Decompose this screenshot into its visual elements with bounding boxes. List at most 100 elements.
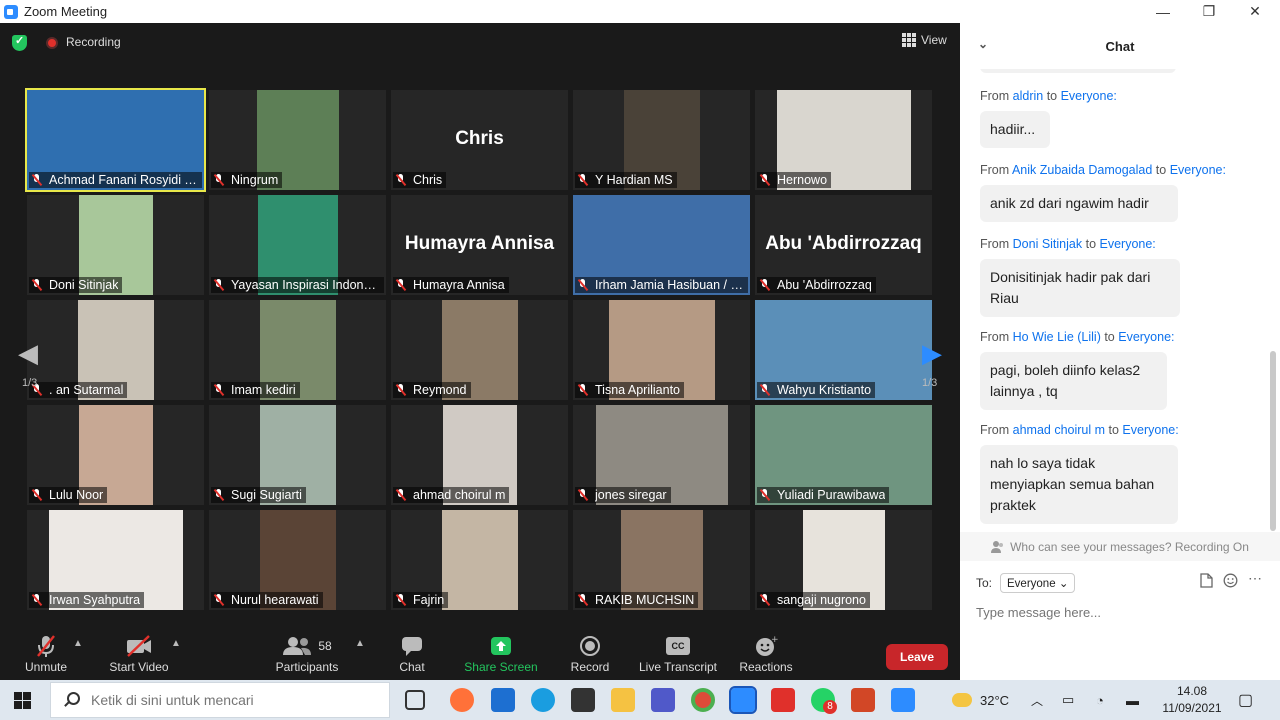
participants-options-caret-icon[interactable]: ▲ bbox=[355, 638, 365, 649]
powerpoint-icon[interactable] bbox=[851, 688, 875, 712]
recipient-dropdown[interactable]: Everyone ⌄ bbox=[1000, 573, 1076, 593]
mic-muted-icon bbox=[759, 174, 771, 186]
chat-sender[interactable]: Anik Zubaida Damogalad bbox=[1012, 163, 1152, 177]
task-view-icon[interactable] bbox=[405, 690, 425, 710]
edge-icon[interactable] bbox=[531, 688, 555, 712]
chat-sender[interactable]: aldrin bbox=[1013, 89, 1044, 103]
participant-tile[interactable]: Wahyu Kristianto bbox=[755, 300, 932, 400]
chat-message-input[interactable] bbox=[976, 601, 1266, 623]
taskbar-clock[interactable]: 14.08 11/09/2021 bbox=[1152, 683, 1232, 717]
participant-name-bar: Lulu Noor bbox=[29, 487, 108, 503]
participant-tile[interactable]: Yuliadi Purawibawa bbox=[755, 405, 932, 505]
participant-tile[interactable]: Humayra Annisa Humayra Annisa bbox=[391, 195, 568, 295]
firefox-icon[interactable] bbox=[450, 688, 474, 712]
participant-tile[interactable]: Imam kediri bbox=[209, 300, 386, 400]
participant-tile[interactable]: jones siregar bbox=[573, 405, 750, 505]
chat-sender[interactable]: Ho Wie Lie (Lili) bbox=[1013, 330, 1101, 344]
participant-tile[interactable]: sangaji nugrono bbox=[755, 510, 932, 610]
mic-muted-icon bbox=[31, 174, 43, 186]
notifications-icon[interactable]: ▢ bbox=[1238, 680, 1253, 720]
chat-scrollbar-thumb[interactable] bbox=[1270, 351, 1276, 531]
collapse-chevron-icon[interactable]: ⌄ bbox=[978, 37, 988, 51]
participant-tile[interactable]: Lulu Noor bbox=[27, 405, 204, 505]
battery-icon[interactable]: ▬ bbox=[1126, 680, 1139, 720]
emoji-icon[interactable] bbox=[1223, 573, 1238, 591]
chat-button[interactable]: Chat bbox=[367, 634, 457, 680]
mic-muted-icon bbox=[577, 489, 589, 501]
participant-name-bar: Fajrin bbox=[393, 592, 449, 608]
participant-tile[interactable]: ahmad choirul m bbox=[391, 405, 568, 505]
view-button[interactable]: View bbox=[902, 33, 947, 47]
share-screen-button[interactable]: Share Screen bbox=[456, 634, 546, 680]
chat-sender[interactable]: Doni Sitinjak bbox=[1013, 237, 1082, 251]
participant-name-bar: Reymond bbox=[393, 382, 471, 398]
file-icon[interactable] bbox=[1200, 573, 1213, 591]
participant-tile[interactable]: Abu 'Abdirrozzaq Abu 'Abdirrozzaq bbox=[755, 195, 932, 295]
weather-widget[interactable]: 32°C bbox=[952, 680, 1009, 720]
participant-tile[interactable]: Nurul hearawati bbox=[209, 510, 386, 610]
chat-recipient[interactable]: Everyone: bbox=[1118, 330, 1174, 344]
mic-muted-icon bbox=[395, 489, 407, 501]
participants-button[interactable]: 58 Participants bbox=[262, 634, 352, 680]
security-shield-icon[interactable] bbox=[12, 34, 27, 51]
store-icon[interactable] bbox=[571, 688, 595, 712]
participant-name: Fajrin bbox=[413, 593, 445, 607]
participant-tile[interactable]: Irham Jamia Hasibuan / P... bbox=[573, 195, 750, 295]
minimize-button[interactable]: — bbox=[1140, 0, 1186, 23]
chat-sender[interactable]: ahmad choirul m bbox=[1013, 423, 1105, 437]
participant-tile[interactable]: Doni Sitinjak bbox=[27, 195, 204, 295]
more-options-icon[interactable]: ⋯ bbox=[1248, 570, 1262, 587]
participant-name-bar: Yayasan Inspirasi Indones... bbox=[211, 277, 384, 293]
recording-notice[interactable]: Who can see your messages? Recording On bbox=[960, 532, 1280, 561]
participant-tile[interactable]: Ningrum bbox=[209, 90, 386, 190]
title-bar: Zoom Meeting — ❐ ✕ bbox=[0, 0, 1280, 23]
maximize-button[interactable]: ❐ bbox=[1186, 0, 1232, 23]
participant-tile[interactable]: Hernowo bbox=[755, 90, 932, 190]
audio-options-caret-icon[interactable]: ▲ bbox=[73, 638, 83, 649]
file-explorer-icon[interactable] bbox=[611, 688, 635, 712]
participant-tile[interactable]: . an Sutarmal bbox=[27, 300, 204, 400]
participant-name-bar: Y Hardian MS bbox=[575, 172, 677, 188]
weather-sun-icon bbox=[952, 693, 972, 707]
zoom-app-icon-2[interactable] bbox=[891, 688, 915, 712]
record-label: Record bbox=[570, 660, 610, 674]
live-transcript-button[interactable]: CC Live Transcript bbox=[633, 634, 723, 680]
tablet-mode-icon[interactable]: ▭ bbox=[1062, 680, 1074, 720]
chat-recipient[interactable]: Everyone: bbox=[1122, 423, 1178, 437]
participant-tile[interactable]: Yayasan Inspirasi Indones... bbox=[209, 195, 386, 295]
participant-tile[interactable]: Y Hardian MS bbox=[573, 90, 750, 190]
zoom-taskbar-icon[interactable] bbox=[729, 686, 757, 714]
taskbar-search-input[interactable] bbox=[91, 692, 381, 708]
windows-start-icon[interactable] bbox=[14, 692, 31, 709]
mail-icon[interactable] bbox=[491, 688, 515, 712]
chat-recipient[interactable]: Everyone: bbox=[1100, 237, 1156, 251]
taskbar-search[interactable] bbox=[50, 682, 390, 718]
participant-tile[interactable]: Tisna Aprilianto bbox=[573, 300, 750, 400]
participant-name: . an Sutarmal bbox=[49, 383, 124, 397]
share-screen-icon bbox=[456, 634, 546, 658]
chat-recipient[interactable]: Everyone: bbox=[1061, 89, 1117, 103]
unmute-label: Unmute bbox=[24, 660, 68, 674]
chat-scrollbar[interactable] bbox=[1269, 69, 1277, 532]
participant-tile[interactable]: RAKIB MUCHSIN bbox=[573, 510, 750, 610]
participant-tile[interactable]: Achmad Fanani Rosyidi YI... bbox=[25, 88, 206, 192]
meeting-area: Recording View Achmad Fanani Rosyidi YI.… bbox=[0, 23, 960, 680]
participant-tile[interactable]: Sugi Sugiarti bbox=[209, 405, 386, 505]
reactions-button[interactable]: + Reactions bbox=[721, 634, 811, 680]
chat-message-list[interactable]: From aldrin to Everyone: hadiir... From An… bbox=[960, 69, 1270, 532]
participant-tile[interactable]: Chris Chris bbox=[391, 90, 568, 190]
tray-chevron-icon[interactable]: ︿ bbox=[1031, 680, 1043, 720]
pdf-reader-icon[interactable] bbox=[771, 688, 795, 712]
mic-muted-icon bbox=[213, 489, 225, 501]
leave-button[interactable]: Leave bbox=[886, 644, 948, 670]
record-button[interactable]: Record bbox=[545, 634, 635, 680]
teams-icon[interactable] bbox=[651, 688, 675, 712]
close-button[interactable]: ✕ bbox=[1232, 0, 1278, 23]
participant-tile[interactable]: Fajrin bbox=[391, 510, 568, 610]
wifi-icon[interactable]: ◔ bbox=[1096, 680, 1104, 720]
chat-recipient[interactable]: Everyone: bbox=[1170, 163, 1226, 177]
video-options-caret-icon[interactable]: ▲ bbox=[171, 638, 181, 649]
participant-tile[interactable]: Irwan Syahputra bbox=[27, 510, 204, 610]
chrome-icon[interactable] bbox=[691, 688, 715, 712]
participant-tile[interactable]: Reymond bbox=[391, 300, 568, 400]
